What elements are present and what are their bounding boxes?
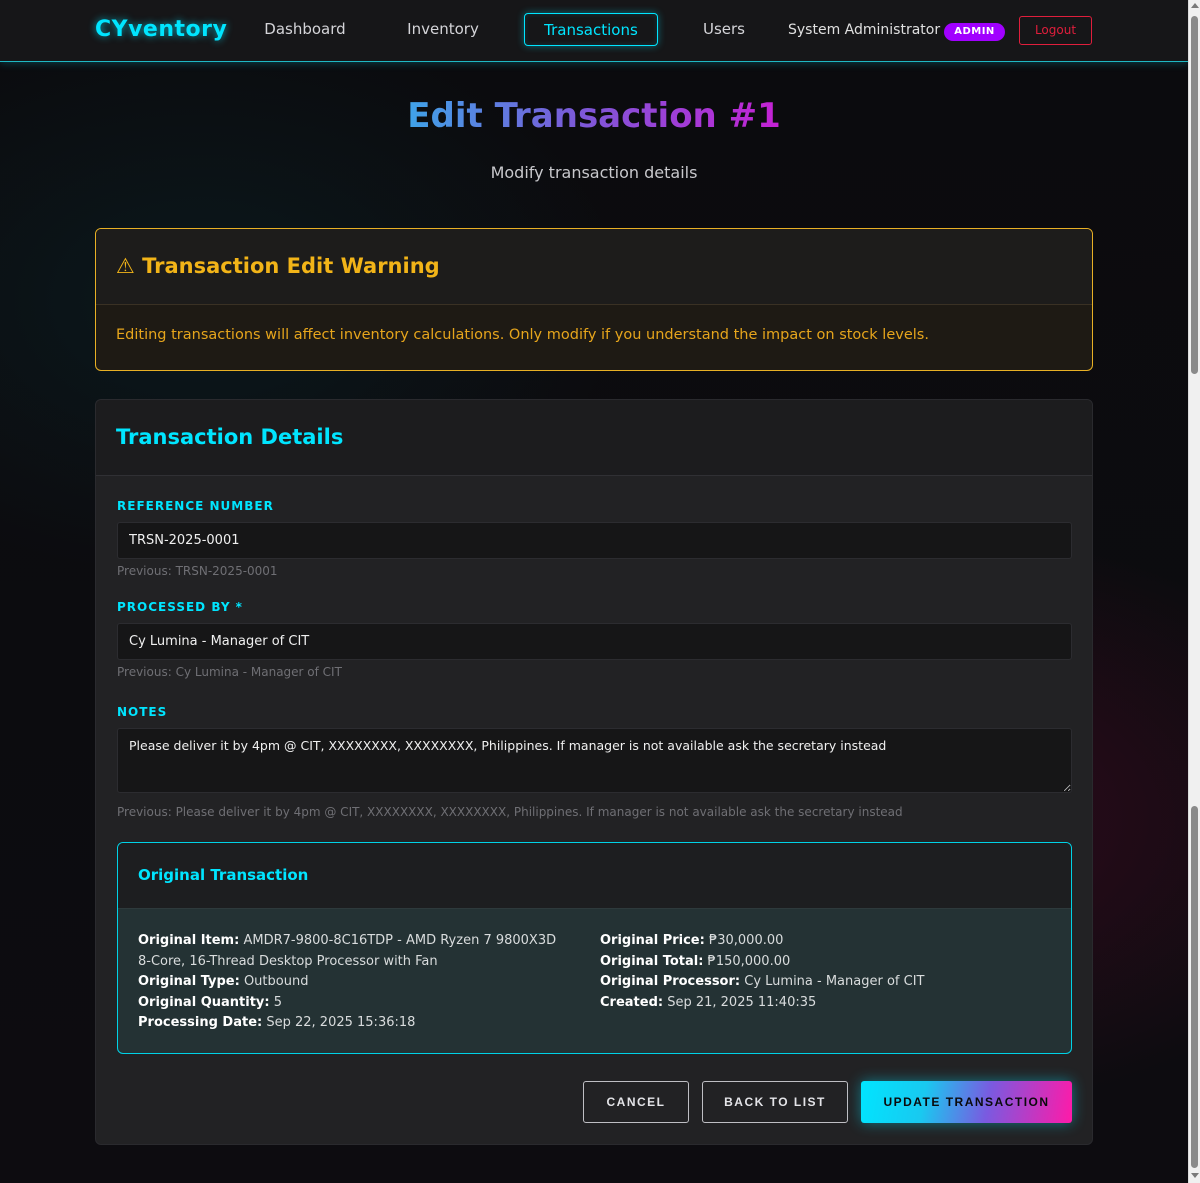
original-processor-row: Original Processor: Cy Lumina - Manager … [600, 974, 925, 989]
page-subtitle: Modify transaction details [490, 163, 698, 182]
original-left-column: Original Item: AMDR7-9800-8C16TDP - AMD … [138, 931, 558, 1034]
original-price-row: Original Price: ₱30,000.00 [600, 933, 784, 948]
top-navbar: CYventory Dashboard Inventory Transactio… [0, 0, 1188, 62]
notes-textarea[interactable]: Please deliver it by 4pm @ CIT, XXXXXXXX… [117, 728, 1072, 793]
scroll-up-arrow-icon[interactable] [1191, 3, 1199, 8]
transaction-details-card: Transaction Details REFERENCE NUMBER Pre… [95, 399, 1093, 1145]
logout-button[interactable]: Logout [1019, 16, 1092, 45]
nav-link-transactions[interactable]: Transactions [524, 13, 658, 46]
original-transaction-panel: Original Transaction Original Item: AMDR… [117, 842, 1072, 1054]
original-item-row: Original Item: AMDR7-9800-8C16TDP - AMD … [138, 933, 557, 969]
processed-by-input[interactable] [117, 623, 1072, 660]
reference-number-input[interactable] [117, 522, 1072, 559]
warning-message: Editing transactions will affect invento… [116, 327, 929, 343]
processed-by-previous: Previous: Cy Lumina - Manager of CIT [117, 665, 342, 679]
original-total-row: Original Total: ₱150,000.00 [600, 953, 791, 969]
original-type-row: Original Type: Outbound [138, 974, 309, 989]
original-quantity-row: Original Quantity: 5 [138, 994, 283, 1010]
page-scrollbar[interactable] [1188, 0, 1200, 1183]
processing-date-row: Processing Date: Sep 22, 2025 15:36:18 [138, 1015, 416, 1030]
nav-link-inventory[interactable]: Inventory [387, 13, 499, 46]
page-title: Edit Transaction #1 [407, 96, 781, 136]
created-row: Created: Sep 21, 2025 11:40:35 [600, 994, 817, 1010]
processed-by-label: PROCESSED BY * [117, 600, 243, 614]
scrollbar-thumb[interactable] [1191, 16, 1198, 374]
original-transaction-heading: Original Transaction [118, 843, 1071, 909]
reference-number-previous: Previous: TRSN-2025-0001 [117, 564, 278, 578]
reference-number-label: REFERENCE NUMBER [117, 499, 274, 513]
role-badge: ADMIN [944, 23, 1005, 41]
cancel-button[interactable]: CANCEL [583, 1081, 689, 1123]
details-heading: Transaction Details [96, 400, 1092, 476]
scrollbar-thumb-lower[interactable] [1191, 806, 1198, 1168]
scroll-down-arrow-icon[interactable] [1191, 1173, 1199, 1178]
nav-link-users[interactable]: Users [683, 13, 765, 46]
current-user-name: System Administrator [788, 22, 941, 38]
notes-label: NOTES [117, 705, 168, 719]
brand-logo[interactable]: CYventory [95, 17, 227, 42]
nav-link-dashboard[interactable]: Dashboard [248, 13, 362, 46]
notes-previous: Previous: Please deliver it by 4pm @ CIT… [117, 805, 903, 819]
warning-card: ⚠ Transaction Edit Warning Editing trans… [95, 228, 1093, 371]
back-to-list-button[interactable]: BACK TO LIST [702, 1081, 848, 1123]
update-transaction-button[interactable]: UPDATE TRANSACTION [861, 1081, 1072, 1123]
original-right-column: Original Price: ₱30,000.00 Original Tota… [600, 931, 1040, 1013]
warning-title: ⚠ Transaction Edit Warning [96, 229, 1092, 305]
